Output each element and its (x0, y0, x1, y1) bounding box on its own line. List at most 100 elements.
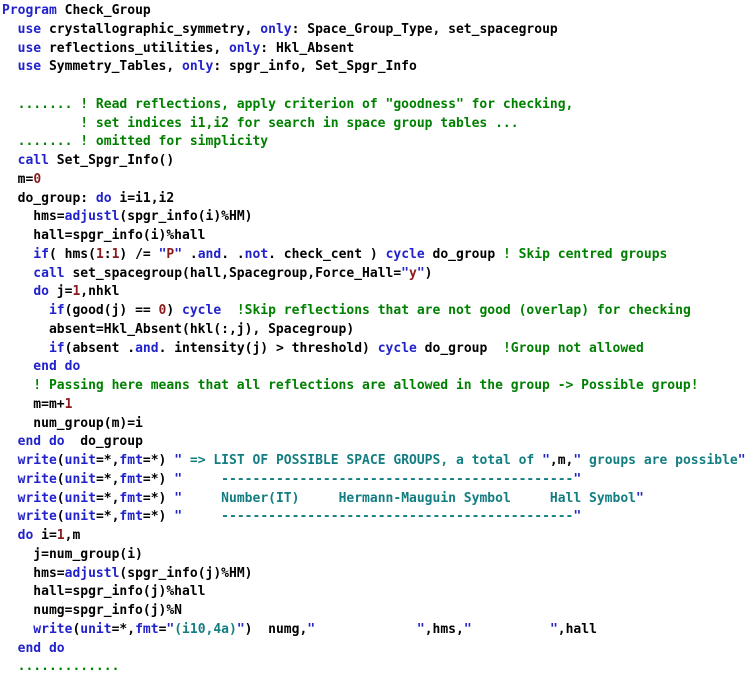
code-line: end do do_group (2, 433, 753, 452)
code-token-cmt: ....... ! omitted for simplicity (2, 134, 269, 150)
code-token-kw: adjustl (64, 565, 120, 581)
code-line: ! Passing here means that all reflection… (2, 377, 753, 396)
code-token-plain: =*, (95, 509, 120, 525)
code-token-plain: Check_Group (56, 3, 151, 18)
code-line: use reflections_utilities, only: Hkl_Abs… (2, 40, 753, 59)
code-token-kw: do (33, 284, 49, 300)
code-line: write(unit=*,fmt=*) " ------------------… (2, 508, 753, 527)
code-token-kw: and (135, 340, 159, 356)
code-token-plain: m=m+ (2, 396, 65, 412)
code-token-cmt: ! Skip centred groups (502, 246, 668, 262)
code-token-kw: fmt (119, 509, 143, 525)
code-line: do i=1,m (2, 527, 753, 546)
code-token-kw: only (260, 21, 292, 37)
code-token-plain: ) /= (119, 246, 159, 262)
code-token-plain: Set_Spgr_Info() (48, 153, 175, 168)
code-token-plain: =*) (142, 471, 175, 487)
code-token-plain: num_group(m)=i (2, 415, 143, 431)
code-token-kw: write (2, 453, 57, 468)
code-token-strq: " (573, 471, 582, 487)
code-token-kw: only (228, 40, 261, 56)
code-line: use crystallographic_symmetry, only: Spa… (2, 21, 753, 40)
code-line: do j=1,nhkl (2, 283, 753, 302)
code-token-kw: cycle (385, 246, 425, 262)
code-token-kw: fmt (135, 621, 159, 637)
code-line: m=0 (2, 171, 753, 190)
code-token-plain: ( (56, 453, 65, 468)
code-token-plain: hall=spgr_info(i)%hall (2, 228, 206, 243)
code-token-strq: " (573, 509, 582, 525)
code-line: use Symmetry_Tables, only: spgr_info, Se… (2, 58, 753, 77)
code-token-num: 1 (95, 246, 104, 262)
code-token-cmt: !Group not allowed (502, 340, 644, 356)
code-token-kw: write (2, 509, 57, 525)
code-listing[interactable]: Program Check_Group use crystallographic… (0, 0, 753, 677)
code-token-strq: " (401, 265, 409, 281)
code-token-str: y (409, 265, 417, 281)
code-token-plain: ( (72, 621, 81, 637)
code-token-kw: do (95, 190, 112, 206)
code-token-plain: (absent . (64, 340, 136, 356)
code-token-plain: ,hms, (424, 621, 464, 637)
code-token-plain: =*, (95, 471, 120, 487)
code-token-cmt: ............. (2, 659, 120, 675)
code-token-strq: " (174, 471, 183, 487)
code-token-plain: ( (56, 490, 65, 506)
code-token-plain: =*, (95, 453, 120, 468)
code-token-plain: reflections_utilities, (41, 40, 229, 56)
code-token-kw: use (17, 21, 42, 37)
code-token-plain: i= (33, 528, 57, 543)
code-token-kw: end do (2, 359, 81, 375)
code-token-plain: hall=spgr_info(j)%hall (2, 584, 206, 600)
code-line: absent=Hkl_Absent(hkl(:,j), Spacegroup) (2, 321, 753, 340)
code-line: ............. (2, 658, 753, 677)
code-token-fstr: ----------------------------------------… (182, 509, 574, 525)
code-line: m=m+1 (2, 396, 753, 415)
code-token-kw: if (2, 246, 49, 262)
code-token-kw: use (17, 40, 42, 56)
code-token-plain: =*, (111, 621, 136, 637)
code-token-strq: " (307, 621, 316, 637)
code-token-plain: numg=spgr_info(j)%N (2, 603, 183, 618)
code-token-plain: (good(j) == (64, 303, 159, 318)
code-token-fstr: ----------------------------------------… (182, 471, 574, 487)
code-line: hall=spgr_info(i)%hall (2, 227, 753, 246)
code-token-num: 1 (56, 528, 65, 543)
code-line: write(unit=*,fmt="(i10,4a)") numg," ",hm… (2, 621, 753, 640)
code-line: if(absent .and. intensity(j) > threshold… (2, 340, 753, 359)
code-token-plain: j= (48, 284, 73, 300)
code-token-kw: call (2, 265, 65, 281)
code-token-plain: hms= (2, 209, 65, 225)
code-token-kw: use (17, 59, 42, 75)
code-token-cmt: ! set indices i1,i2 for search in space … (2, 115, 519, 131)
code-line: write(unit=*,fmt=*) " ------------------… (2, 471, 753, 490)
code-token-kw: if (2, 340, 65, 356)
code-line: do_group: do i=i1,i2 (2, 190, 753, 209)
code-token-plain: ( hms( (48, 246, 96, 262)
code-token-plain: (spgr_info(i)%HM) (119, 209, 253, 225)
code-token-kw: only (182, 59, 214, 75)
code-token-plain: : (103, 246, 112, 262)
code-token-strq: " (236, 621, 245, 637)
code-token-plain: = (158, 621, 167, 637)
code-token-kw: unit (80, 621, 112, 637)
code-line: ! set indices i1,i2 for search in space … (2, 115, 753, 134)
code-token-plain: =*) (142, 453, 175, 468)
code-token-plain: ) numg, (244, 621, 308, 637)
code-token-strq: " (174, 509, 183, 525)
code-token-strq: " (463, 621, 472, 637)
code-token-cmt: ! Passing here means that all reflection… (2, 378, 699, 393)
code-token-plain: i=i1,i2 (111, 190, 175, 206)
code-line: if( hms(1:1) /= "P" .and. .not. check_ce… (2, 246, 753, 265)
code-token-kw: write (2, 471, 57, 487)
code-token-plain: j=num_group(i) (2, 546, 143, 562)
code-token-plain: hms= (2, 565, 65, 581)
code-token-kw: not (244, 246, 269, 262)
code-token-kw: end do (2, 434, 65, 450)
code-line: num_group(m)=i (2, 415, 753, 434)
code-token-plain: do_group (424, 246, 503, 262)
code-token-plain: . intensity(j) > threshold) (158, 340, 378, 356)
code-token-plain: m= (2, 171, 34, 187)
code-line: ....... ! omitted for simplicity (2, 133, 753, 152)
code-token-plain: do_group: (2, 190, 96, 206)
